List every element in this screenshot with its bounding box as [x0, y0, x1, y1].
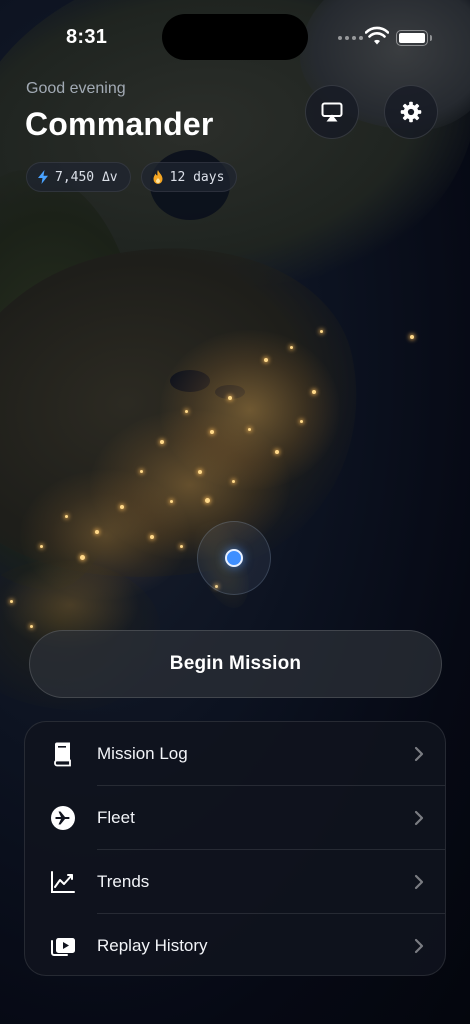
menu-item-label: Replay History [97, 936, 208, 955]
streak-chip: 12 days [140, 162, 238, 192]
status-bar: 8:31 [0, 0, 470, 76]
city-light [228, 396, 232, 400]
battery-icon [396, 30, 432, 46]
city-light [80, 555, 85, 560]
menu-item-label: Trends [97, 872, 150, 891]
flame-icon [153, 170, 163, 184]
menu-item-label: Fleet [97, 808, 135, 827]
menu-item-trends[interactable]: Trends [25, 850, 445, 914]
settings-button[interactable] [384, 85, 438, 139]
gear-icon [400, 101, 422, 123]
user-name: Commander [25, 106, 214, 142]
city-light [198, 470, 202, 474]
airplay-button[interactable] [305, 85, 359, 139]
cellular-signal-icon [338, 36, 363, 40]
menu-item-mission-log[interactable]: Mission Log [25, 722, 445, 786]
city-light [290, 346, 293, 349]
city-light [210, 430, 214, 434]
city-light [185, 410, 188, 413]
menu-item-label: Mission Log [97, 744, 188, 763]
city-light [264, 358, 268, 362]
chevron-right-icon [414, 810, 424, 826]
city-light [160, 440, 164, 444]
menu-item-fleet[interactable]: Fleet [25, 786, 445, 850]
city-light [120, 505, 124, 509]
delta-v-chip: 7,450 Δv [26, 162, 131, 192]
city-light [40, 545, 43, 548]
city-light [180, 545, 183, 548]
city-light [170, 500, 173, 503]
city-light [275, 450, 279, 454]
city-light [300, 420, 303, 423]
streak-value: 12 days [169, 169, 225, 185]
book-icon [54, 742, 71, 767]
chart-line-icon [51, 871, 75, 893]
status-time: 8:31 [66, 26, 108, 48]
city-light [205, 498, 210, 503]
city-light [140, 470, 143, 473]
menu-item-replay-history[interactable]: Replay History [25, 914, 445, 975]
begin-mission-button[interactable]: Begin Mission [29, 630, 442, 698]
great-lakes [170, 370, 210, 392]
chevron-right-icon [414, 938, 424, 954]
city-light [150, 535, 154, 539]
city-light [10, 600, 13, 603]
stats-row: 7,450 Δv 12 days [26, 162, 238, 192]
menu-list: Mission Log Fleet Trends Replay History [24, 721, 446, 976]
dynamic-island [162, 14, 308, 60]
airplane-icon [51, 806, 75, 830]
replay-icon [51, 938, 75, 956]
city-light [232, 480, 235, 483]
city-light [248, 428, 251, 431]
greeting-text: Good evening [26, 80, 126, 97]
city-light [320, 330, 323, 333]
wifi-icon [365, 26, 389, 45]
lightning-icon [38, 170, 48, 184]
chevron-right-icon [414, 874, 424, 890]
city-light [312, 390, 316, 394]
delta-v-value: 7,450 Δv [55, 169, 118, 185]
city-light [30, 625, 33, 628]
chevron-right-icon [414, 746, 424, 762]
city-light [410, 335, 414, 339]
city-light [95, 530, 99, 534]
airplay-icon [321, 102, 343, 122]
city-light [65, 515, 68, 518]
current-location-dot[interactable] [225, 549, 243, 567]
